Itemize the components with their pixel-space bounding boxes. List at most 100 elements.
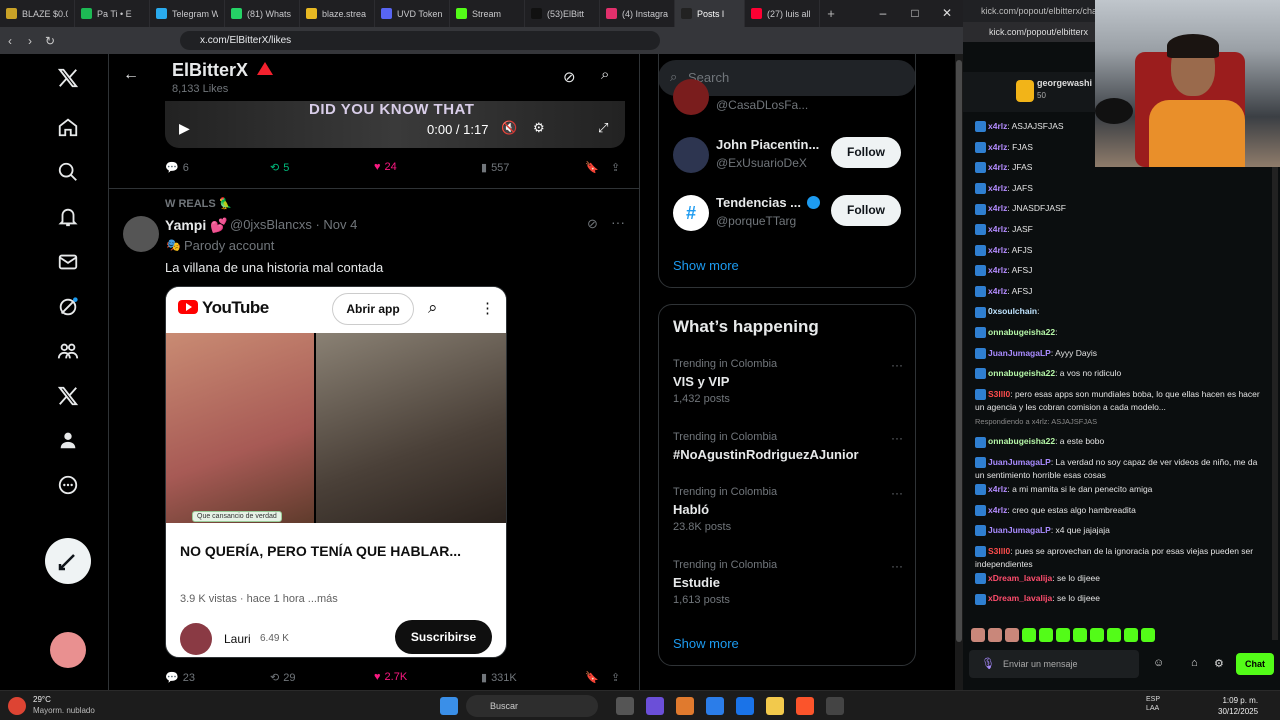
windows-start-icon[interactable] (440, 697, 458, 715)
trend-item[interactable]: Trending in Colombia #NoAgustinRodriguez… (673, 431, 903, 462)
fullscreen-icon[interactable]: ⤢ (598, 120, 608, 136)
weather-temp[interactable]: 29°C (33, 695, 51, 704)
store-icon[interactable]: ⌂ (1191, 657, 1198, 669)
premium-x-icon[interactable] (56, 384, 80, 408)
chat-username[interactable]: x4rlz (988, 142, 1007, 152)
settings-gear-icon[interactable]: ⚙ (533, 120, 545, 136)
scrollbar-thumb[interactable] (956, 60, 962, 642)
file-explorer-icon[interactable] (766, 697, 784, 715)
grok-icon[interactable]: ⊘ (563, 68, 576, 86)
weather-desc[interactable]: Mayorm. nublado (33, 706, 95, 715)
forward-icon[interactable]: › (20, 34, 40, 48)
obs-icon[interactable] (826, 697, 844, 715)
task-view-icon[interactable] (616, 697, 634, 715)
emote-icon[interactable] (1056, 628, 1070, 642)
more-options-icon[interactable]: ··· (891, 559, 903, 573)
chat-username[interactable]: x4rlz (988, 162, 1007, 172)
tweet-avatar[interactable] (123, 216, 159, 252)
follow-suggestion[interactable]: John Piacentin... @ExUsuarioDeX Follow (673, 137, 903, 177)
close-icon[interactable]: ✕ (931, 0, 963, 27)
chat-username[interactable]: S3lll0 (988, 389, 1010, 399)
settings-gear-icon[interactable]: ⚙ (1214, 657, 1224, 670)
chat-message[interactable]: onnabugeisha22: a este bobo (975, 435, 1265, 448)
more-icon[interactable] (56, 473, 80, 497)
chat-message[interactable]: JuanJumagaLP: x4 que jajajaja (975, 524, 1265, 537)
chat-message[interactable]: onnabugeisha22: (975, 326, 1265, 339)
grok-icon[interactable] (56, 295, 80, 319)
chat-username[interactable]: xDream_lavalija (988, 593, 1052, 603)
x-logo-icon[interactable] (56, 66, 80, 90)
show-more-link[interactable]: Show more (673, 258, 739, 273)
follow-button[interactable]: Follow (831, 137, 901, 168)
profile-icon[interactable] (56, 428, 80, 452)
emote-icon[interactable] (971, 628, 985, 642)
chat-username[interactable]: x4rlz (988, 121, 1007, 131)
chat-username[interactable]: onnabugeisha22 (988, 368, 1055, 378)
bookmark-icon[interactable]: 🔖 (585, 161, 599, 174)
chat-message[interactable]: 0xsoulchain: (975, 305, 1265, 318)
back-arrow-icon[interactable]: ← (123, 66, 139, 84)
tweet-author-name[interactable]: Yampi 💕 (165, 217, 228, 234)
chat-username[interactable]: x4rlz (988, 203, 1007, 213)
more-options-icon[interactable]: ··· (891, 431, 903, 445)
chat-username[interactable]: x4rlz (988, 505, 1007, 515)
communities-icon[interactable] (56, 339, 80, 363)
notifications-icon[interactable] (56, 205, 80, 229)
emote-icon[interactable] (1022, 628, 1036, 642)
chat-username[interactable]: JuanJumagaLP (988, 457, 1051, 467)
chat-username[interactable]: xDream_lavalija (988, 573, 1052, 583)
mute-icon[interactable]: 🔇 (501, 120, 517, 136)
social-context[interactable]: W REALS 🦜 (165, 197, 232, 210)
chat-message[interactable]: x4rlz: AFSJ (975, 285, 1265, 298)
like-button[interactable]: ♥ 24 (374, 161, 397, 173)
chat-message[interactable]: S3lll0: pero esas apps son mundiales bob… (975, 388, 1265, 414)
reply-button[interactable]: 💬 23 (165, 671, 195, 685)
maximize-icon[interactable]: □ (899, 0, 931, 27)
chat-message[interactable]: JuanJumagaLP: Ayyy Dayis (975, 347, 1265, 360)
post-button[interactable] (45, 538, 91, 584)
search-icon[interactable]: ⌕ (601, 66, 609, 83)
brave-icon[interactable] (796, 697, 814, 715)
chat-message[interactable]: x4rlz: JAFS (975, 182, 1265, 195)
browser-tab[interactable]: (4) Instagra (600, 0, 675, 27)
explore-icon[interactable] (56, 160, 80, 184)
bookmark-icon[interactable]: 🔖 (585, 671, 599, 684)
emote-icon[interactable] (1073, 628, 1087, 642)
system-clock[interactable]: 1:09 p. m. 30/12/2025 (1218, 695, 1258, 717)
browser-tab[interactable]: Telegram W (150, 0, 225, 27)
app-icon[interactable] (646, 697, 664, 715)
views-count[interactable]: ▮ 331K (481, 671, 517, 685)
chat-username[interactable]: x4rlz (988, 183, 1007, 193)
chat-username[interactable]: x4rlz (988, 245, 1007, 255)
emote-icon[interactable] (1107, 628, 1121, 642)
emote-icon[interactable] (1090, 628, 1104, 642)
app-icon[interactable] (736, 697, 754, 715)
chat-message[interactable]: onnabugeisha22: a vos no ridiculo (975, 367, 1265, 380)
trend-item[interactable]: Trending in Colombia Estudie 1,613 posts… (673, 559, 903, 606)
chat-username[interactable]: x4rlz (988, 265, 1007, 275)
chat-username[interactable]: 0xsoulchain (988, 306, 1037, 316)
browser-tab[interactable]: (81) Whats (225, 0, 300, 27)
account-avatar[interactable] (50, 632, 86, 668)
tweet-media-image[interactable]: YouTube Abrir app ⌕ ⋮ Que cansancio de v… (165, 286, 507, 658)
chat-scrollbar[interactable] (1272, 120, 1278, 640)
more-options-icon[interactable]: ··· (891, 358, 903, 372)
chat-message[interactable]: JuanJumagaLP: La verdad no soy capaz de … (975, 456, 1265, 482)
chat-message[interactable]: x4rlz: AFSJ (975, 264, 1265, 277)
share-icon[interactable]: ⇪ (611, 671, 620, 684)
tweet-handle-date[interactable]: @0jxsBlancxs · Nov 4 (230, 217, 357, 232)
show-more-link[interactable]: Show more (673, 636, 739, 651)
top-gifter-name[interactable]: georgewashi (1037, 78, 1092, 88)
browser-tab[interactable]: Pa Ti • E (75, 0, 150, 27)
emote-icon[interactable] (1124, 628, 1138, 642)
taskbar-search[interactable]: Buscar (466, 695, 598, 717)
chat-username[interactable]: S3lll0 (988, 546, 1010, 556)
trend-item[interactable]: Trending in Colombia VIS y VIP 1,432 pos… (673, 358, 903, 405)
more-options-icon[interactable]: ··· (891, 486, 903, 500)
follow-button[interactable]: Follow (831, 195, 901, 226)
chat-message[interactable]: xDream_lavalija: se lo dijeee (975, 592, 1265, 605)
minimize-icon[interactable]: – (867, 0, 899, 27)
weather-icon[interactable] (8, 697, 26, 715)
chat-username[interactable]: onnabugeisha22 (988, 327, 1055, 337)
messages-icon[interactable] (56, 250, 80, 274)
